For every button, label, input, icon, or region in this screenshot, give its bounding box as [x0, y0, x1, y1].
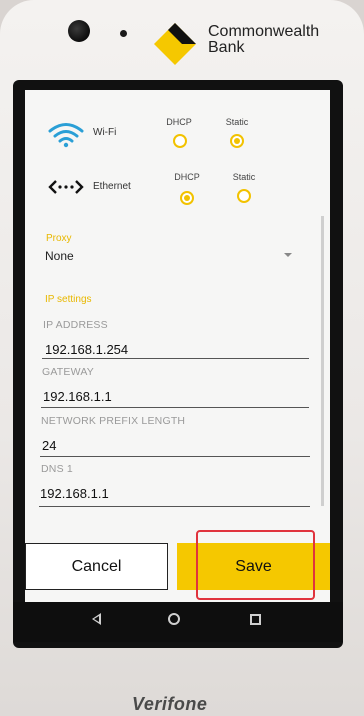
gateway-label: GATEWAY [42, 366, 94, 378]
wifi-label: Wi-Fi [93, 127, 117, 138]
wifi-static-radio[interactable] [230, 134, 244, 148]
sensor-dot [120, 30, 127, 37]
ethernet-dhcp-radio[interactable] [180, 191, 194, 205]
save-highlight-box [196, 530, 315, 600]
back-icon[interactable] [92, 613, 101, 625]
brand-line-1: Commonwealth [208, 23, 320, 40]
payment-terminal: Commonwealth Bank Wi-Fi DHCP Static Ethe… [0, 0, 364, 716]
dns1-label: DNS 1 [41, 463, 73, 475]
wifi-dhcp-radio[interactable] [173, 134, 187, 148]
gateway-underline [41, 407, 309, 408]
proxy-select[interactable]: None [45, 249, 74, 263]
camera-icon [68, 20, 90, 42]
commonwealth-bank-logo-icon [154, 23, 196, 65]
ethernet-static-radio[interactable] [237, 189, 251, 203]
ethernet-static-label: Static [232, 172, 256, 182]
dns1-input[interactable]: 192.168.1.1 [40, 486, 109, 501]
ethernet-icon [48, 180, 84, 194]
wifi-row: Wi-Fi DHCP Static [25, 114, 330, 158]
prefix-length-input[interactable]: 24 [42, 438, 56, 453]
prefix-length-underline [40, 456, 310, 457]
scrollbar[interactable] [321, 216, 324, 506]
wifi-dhcp-label: DHCP [166, 117, 192, 127]
proxy-label: Proxy [46, 233, 72, 244]
ip-address-label: IP ADDRESS [43, 319, 108, 331]
ip-address-underline [42, 358, 309, 359]
brand-line-2: Bank [208, 39, 245, 56]
network-settings-screen: Wi-Fi DHCP Static Ethernet DHCP Static P… [25, 90, 330, 602]
ethernet-label: Ethernet [93, 181, 131, 192]
wifi-static-label: Static [225, 117, 249, 127]
ethernet-row: Ethernet DHCP Static [25, 170, 330, 214]
home-icon[interactable] [168, 613, 180, 625]
ip-address-input[interactable]: 192.168.1.254 [45, 342, 128, 357]
chevron-down-icon[interactable] [284, 253, 292, 257]
verifone-logo: Verifone [132, 694, 208, 714]
ethernet-dhcp-label: DHCP [174, 172, 200, 182]
cancel-button[interactable]: Cancel [25, 543, 168, 590]
recents-icon[interactable] [250, 614, 261, 625]
prefix-length-label: NETWORK PREFIX LENGTH [41, 415, 186, 427]
gateway-input[interactable]: 192.168.1.1 [43, 389, 112, 404]
wifi-icon [48, 123, 84, 148]
dns1-underline [39, 506, 310, 507]
ip-settings-label: IP settings [45, 294, 92, 305]
brand-name: Commonwealth Bank [208, 24, 319, 56]
